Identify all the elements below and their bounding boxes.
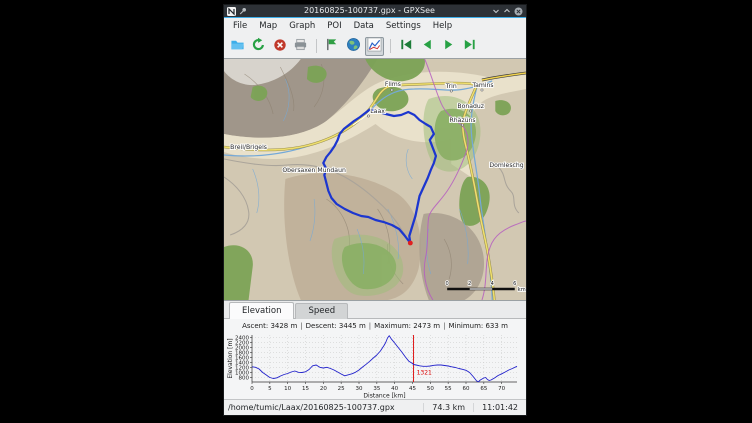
menu-settings[interactable]: Settings <box>380 18 427 34</box>
map-label: Breil/Brigels <box>230 144 267 151</box>
svg-text:0: 0 <box>446 281 449 287</box>
position-marker <box>408 241 413 246</box>
map-label: Bonaduz <box>457 103 484 110</box>
desktop: 20160825-100737.gpx - GPXSee File Map Gr… <box>0 0 752 423</box>
printer-icon <box>293 37 308 56</box>
reload-icon <box>251 37 266 56</box>
tab-speed[interactable]: Speed <box>295 303 348 319</box>
menubar: File Map Graph POI Data Settings Help <box>224 18 526 34</box>
menu-help[interactable]: Help <box>427 18 458 34</box>
svg-text:65: 65 <box>480 386 487 392</box>
map-label: Flims <box>385 81 401 88</box>
elevation-chart[interactable]: 0510152025303540455055606570800100012001… <box>226 331 524 399</box>
elevation-graph-panel: Ascent: 3428 m|Descent: 3445 m|Maximum: … <box>224 319 526 399</box>
stat-minimum: Minimum: 633 m <box>448 322 507 330</box>
map-label: Tamins <box>471 82 493 89</box>
map-label: Obersaxen Mundaun <box>282 167 346 174</box>
reload-button[interactable] <box>249 37 268 56</box>
svg-text:70: 70 <box>498 386 505 392</box>
track-distance: 74.3 km <box>423 403 473 412</box>
svg-text:0: 0 <box>250 386 254 392</box>
next-track-button[interactable] <box>439 37 458 56</box>
stat-ascent: Ascent: 3428 m <box>242 322 297 330</box>
gpxsee-window: 20160825-100737.gpx - GPXSee File Map Gr… <box>223 4 527 416</box>
svg-text:Elevation [m]: Elevation [m] <box>227 338 234 378</box>
svg-text:15: 15 <box>302 386 309 392</box>
next-icon <box>441 37 456 56</box>
graph-tabbar: Elevation Speed <box>224 301 526 319</box>
map-view[interactable]: Flims Laax Trin Tamins Bonaduz Rhäzüns D… <box>224 58 526 301</box>
stat-maximum: Maximum: 2473 m <box>374 322 440 330</box>
svg-text:45: 45 <box>409 386 416 392</box>
svg-text:km: km <box>518 287 526 293</box>
svg-text:40: 40 <box>391 386 398 392</box>
file-path: /home/tumic/Laax/20160825-100737.gpx <box>224 403 423 412</box>
svg-text:25: 25 <box>338 386 345 392</box>
svg-text:55: 55 <box>445 386 452 392</box>
flag-icon <box>325 37 340 56</box>
graph-icon <box>367 37 382 56</box>
skip-last-icon <box>462 37 477 56</box>
svg-text:20: 20 <box>320 386 327 392</box>
close-red-icon <box>273 37 287 56</box>
pin-icon[interactable] <box>239 7 247 15</box>
menu-file[interactable]: File <box>227 18 253 34</box>
tab-elevation[interactable]: Elevation <box>229 302 294 319</box>
titlebar[interactable]: 20160825-100737.gpx - GPXSee <box>224 5 526 17</box>
app-icon <box>227 7 236 16</box>
maximize-icon[interactable] <box>503 7 511 15</box>
svg-text:1321: 1321 <box>417 369 432 376</box>
toolbar <box>224 34 526 58</box>
svg-text:30: 30 <box>355 386 362 392</box>
svg-text:2400: 2400 <box>235 336 249 342</box>
svg-text:4: 4 <box>491 281 494 287</box>
stat-descent: Descent: 3445 m <box>306 322 366 330</box>
track-statistics: Ascent: 3428 m|Descent: 3445 m|Maximum: … <box>224 321 526 331</box>
print-button[interactable] <box>291 37 310 56</box>
svg-text:50: 50 <box>427 386 434 392</box>
globe-icon <box>346 37 361 56</box>
svg-text:60: 60 <box>462 386 469 392</box>
show-graphs-button[interactable] <box>365 37 384 56</box>
map-label: Domleschg <box>489 162 523 169</box>
previous-icon <box>420 37 435 56</box>
toolbar-separator <box>390 39 391 53</box>
svg-text:5: 5 <box>268 386 272 392</box>
menu-poi[interactable]: POI <box>321 18 347 34</box>
toolbar-separator <box>316 39 317 53</box>
svg-text:10: 10 <box>284 386 291 392</box>
svg-text:2: 2 <box>468 281 471 287</box>
track-time: 11:01:42 <box>473 403 526 412</box>
last-track-button[interactable] <box>460 37 479 56</box>
open-file-button[interactable] <box>228 37 247 56</box>
window-title: 20160825-100737.gpx - GPXSee <box>250 5 489 17</box>
svg-text:35: 35 <box>373 386 380 392</box>
menu-map[interactable]: Map <box>253 18 283 34</box>
map-label: Rhäzüns <box>449 117 475 124</box>
close-file-button[interactable] <box>270 37 289 56</box>
show-poi-button[interactable] <box>323 37 342 56</box>
map-label: Laax <box>370 108 385 115</box>
open-folder-icon <box>230 37 245 56</box>
close-icon[interactable] <box>514 7 523 16</box>
first-track-button[interactable] <box>397 37 416 56</box>
menu-graph[interactable]: Graph <box>283 18 321 34</box>
menu-data[interactable]: Data <box>348 18 380 34</box>
map-label: Trin <box>445 83 457 90</box>
statusbar: /home/tumic/Laax/20160825-100737.gpx 74.… <box>224 399 526 415</box>
minimize-icon[interactable] <box>492 7 500 15</box>
skip-first-icon <box>399 37 414 56</box>
show-map-button[interactable] <box>344 37 363 56</box>
svg-text:6: 6 <box>513 281 516 287</box>
previous-track-button[interactable] <box>418 37 437 56</box>
